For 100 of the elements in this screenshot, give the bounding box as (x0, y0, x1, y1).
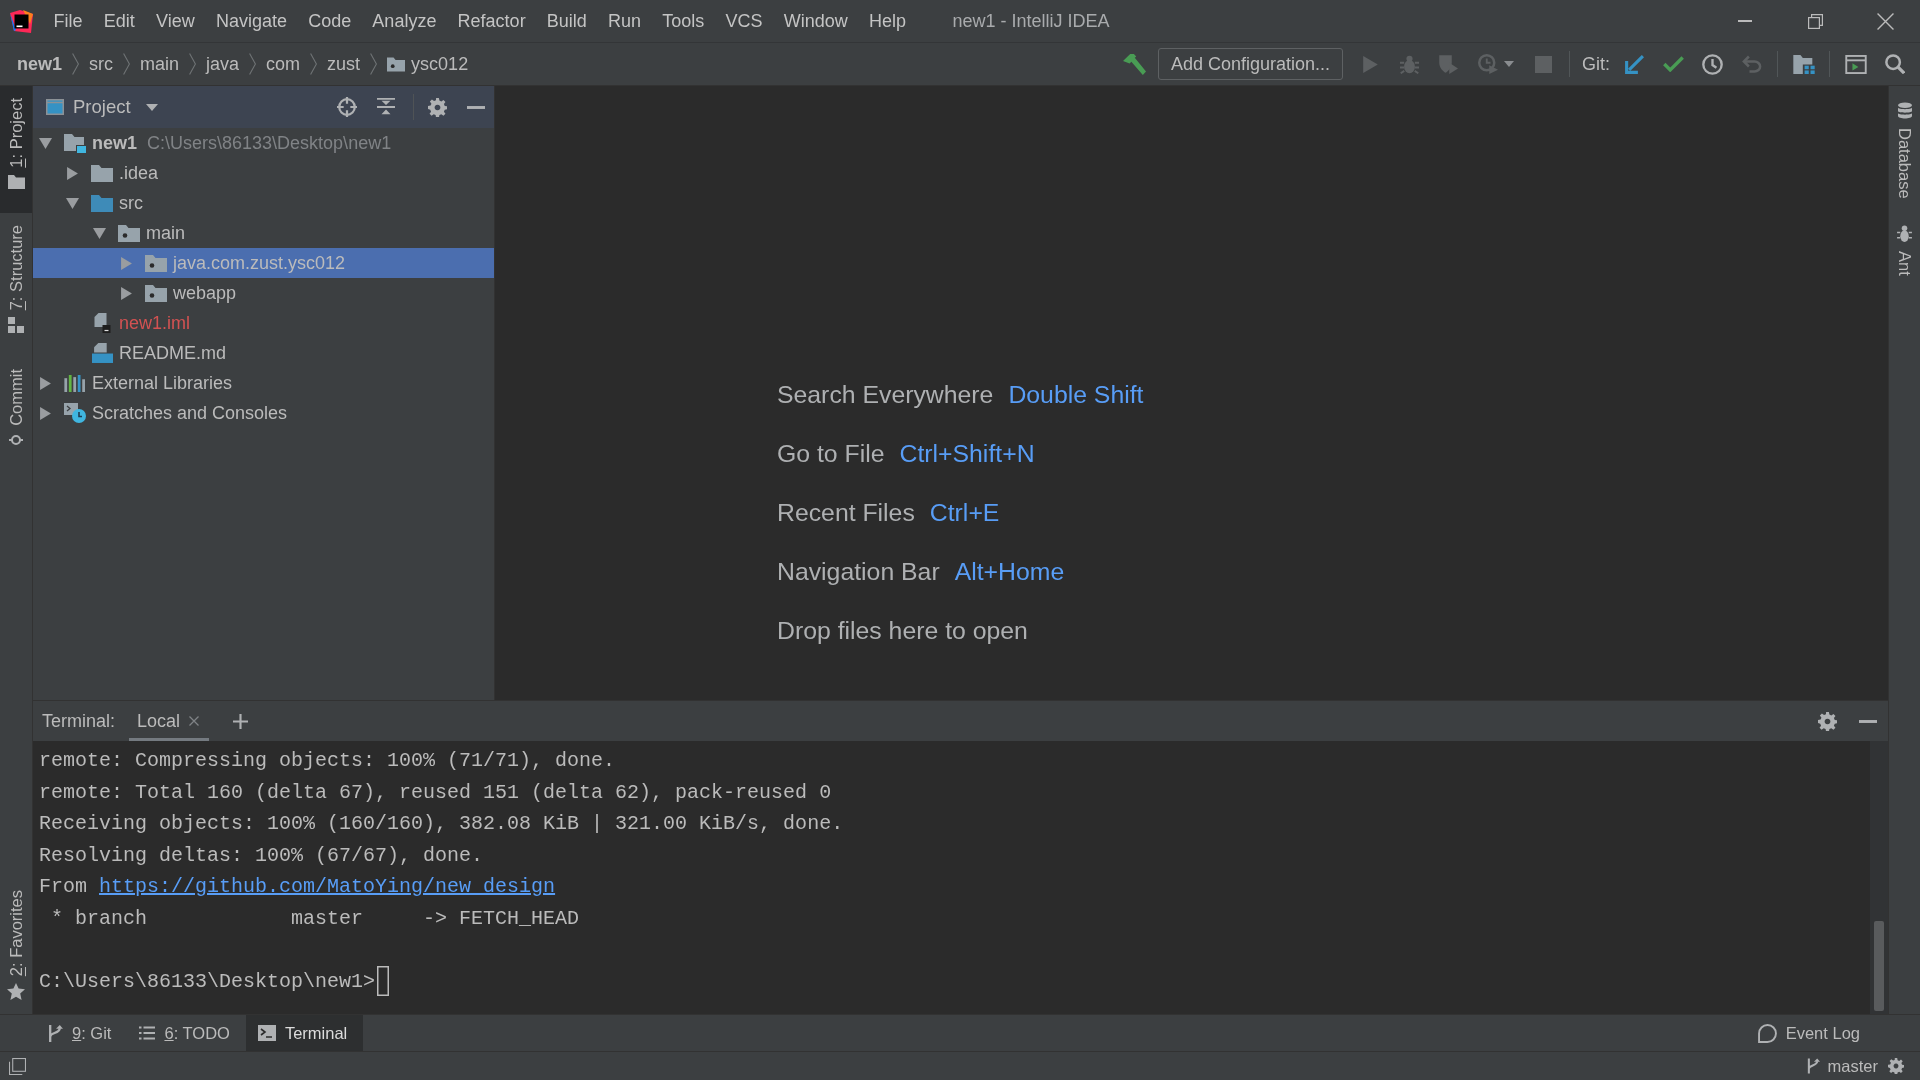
app-logo-icon (10, 9, 33, 33)
side-tab[interactable]: 7: Structure (0, 212, 32, 358)
checkmark-icon[interactable] (1663, 56, 1684, 72)
star-icon (7, 983, 25, 1000)
tree-arrow-icon[interactable] (39, 406, 51, 420)
tree-item[interactable]: main (33, 218, 494, 248)
blocks-icon (8, 317, 24, 334)
tree-item[interactable]: src (33, 188, 494, 218)
breadcrumb-item[interactable]: com (266, 50, 301, 78)
list-icon (139, 1026, 156, 1040)
menu-item[interactable]: Run (597, 8, 652, 34)
terminal-icon (257, 1025, 276, 1041)
shortcut-text: Alt+Home (954, 557, 1065, 587)
hint-label: Go to File (777, 439, 885, 469)
file-icon (93, 313, 111, 333)
collapse-icon[interactable] (377, 98, 395, 116)
terminal-label: Terminal: (42, 709, 116, 733)
toolbar-label: Git: (1582, 52, 1610, 76)
close-icon[interactable] (189, 716, 200, 726)
menu-item[interactable]: Code (297, 8, 362, 34)
event-log-button[interactable]: Event Log (1745, 1015, 1876, 1051)
breadcrumb-item[interactable]: ysc012 (387, 50, 469, 78)
bottom-tab[interactable]: 9: Git (36, 1015, 128, 1051)
tree-arrow-icon[interactable] (66, 166, 78, 180)
branch-widget[interactable]: master (1806, 1053, 1888, 1079)
menu-item[interactable]: Analyze (361, 8, 447, 34)
breadcrumb-item[interactable]: zust (327, 50, 361, 78)
side-tab[interactable]: Ant (1889, 208, 1920, 286)
terminal-link[interactable]: https://github.com/MatoYing/new_design (99, 875, 556, 898)
chevron-icon (123, 53, 131, 75)
close-icon[interactable] (1876, 12, 1894, 30)
side-tab[interactable]: Database (1889, 86, 1920, 209)
branch-icon (1806, 1058, 1820, 1074)
tree-arrow-icon[interactable] (120, 286, 132, 300)
bottom-tab[interactable]: 6: TODO (127, 1015, 246, 1051)
side-tab[interactable]: 1: Project (0, 86, 32, 213)
menu-item[interactable]: File (43, 8, 94, 34)
tree-arrow-icon[interactable] (65, 197, 79, 209)
menu-item[interactable]: Build (536, 8, 598, 34)
caret-icon[interactable] (1504, 61, 1514, 67)
side-tab[interactable]: Commit (0, 357, 32, 471)
block-cursor-icon (377, 966, 390, 997)
gear-icon[interactable] (1818, 711, 1837, 731)
menu-item[interactable]: View (145, 8, 206, 34)
tree-item[interactable]: README.md (33, 338, 494, 368)
branch-icon (48, 1024, 63, 1042)
chevron-icon (310, 53, 318, 75)
menu-item[interactable]: Navigate (205, 8, 298, 34)
breadcrumb-item[interactable]: main (140, 50, 180, 78)
project-view-selector[interactable]: Project (46, 93, 158, 121)
window-play-icon[interactable] (1844, 54, 1867, 74)
breadcrumb-item[interactable]: src (89, 50, 114, 78)
menu-item[interactable]: Refactor (447, 8, 537, 34)
tree-item[interactable]: webapp (33, 278, 494, 308)
shortcut-text: Double Shift (1008, 380, 1144, 410)
gear-icon[interactable] (428, 97, 447, 117)
tree-item[interactable]: Scratches and Consoles (33, 398, 494, 428)
menu-item[interactable]: VCS (714, 8, 774, 34)
menu-item[interactable]: Edit (93, 8, 146, 34)
hint-label: Drop files here to open (777, 616, 1028, 646)
hint-label: Search Everywhere (777, 380, 994, 410)
menu-item[interactable]: Tools (651, 8, 715, 34)
commit-node-icon (9, 432, 23, 447)
panel-toggle-icon[interactable] (9, 1057, 26, 1075)
restore-icon[interactable] (1807, 13, 1823, 29)
scrollbar[interactable] (1870, 741, 1888, 1014)
menu-item[interactable]: Window (773, 8, 859, 34)
tree-item[interactable]: .idea (33, 158, 494, 188)
side-tab[interactable]: 2: Favorites (0, 877, 32, 1014)
search-icon[interactable] (1884, 54, 1905, 74)
menu-item[interactable]: Help (858, 8, 917, 34)
minimize-icon[interactable] (467, 105, 485, 109)
console-clock-icon (64, 403, 86, 423)
gear-icon[interactable] (1888, 1058, 1904, 1074)
chevron-icon (72, 53, 80, 75)
tree-item[interactable]: External Libraries (33, 368, 494, 398)
tree-arrow-icon[interactable] (39, 376, 51, 390)
database-icon (1897, 102, 1912, 119)
folder-grid-icon[interactable] (1792, 54, 1815, 74)
folder-icon (7, 174, 25, 189)
tree-item[interactable]: new1 C:\Users\86133\Desktop\new1 (33, 128, 494, 158)
minimize-icon[interactable] (1859, 719, 1877, 723)
bottom-tab[interactable]: Terminal (245, 1015, 364, 1051)
hammer-icon[interactable] (1122, 53, 1146, 75)
breadcrumb-item[interactable]: new1 (17, 50, 63, 78)
terminal-line: Resolving deltas: 100% (67/67), done. (39, 842, 485, 869)
chevron-icon (189, 53, 197, 75)
breadcrumb-item[interactable]: java (206, 50, 240, 78)
folder-icon (91, 194, 113, 212)
crosshair-icon[interactable] (337, 97, 357, 117)
chevron-icon (249, 53, 257, 75)
tree-arrow-icon[interactable] (92, 227, 106, 239)
scrollbar-thumb[interactable] (1874, 921, 1884, 1011)
arrow-down-left-icon[interactable] (1625, 54, 1644, 74)
bug-icon (1897, 224, 1912, 242)
tree-arrow-icon[interactable] (38, 137, 52, 149)
add-icon[interactable] (233, 713, 249, 729)
run-configuration-button[interactable]: Add Configuration... (1157, 48, 1343, 80)
clock-icon[interactable] (1702, 53, 1723, 75)
terminal-prompt: C:\Users\86133\Desktop\new1> (39, 968, 376, 995)
